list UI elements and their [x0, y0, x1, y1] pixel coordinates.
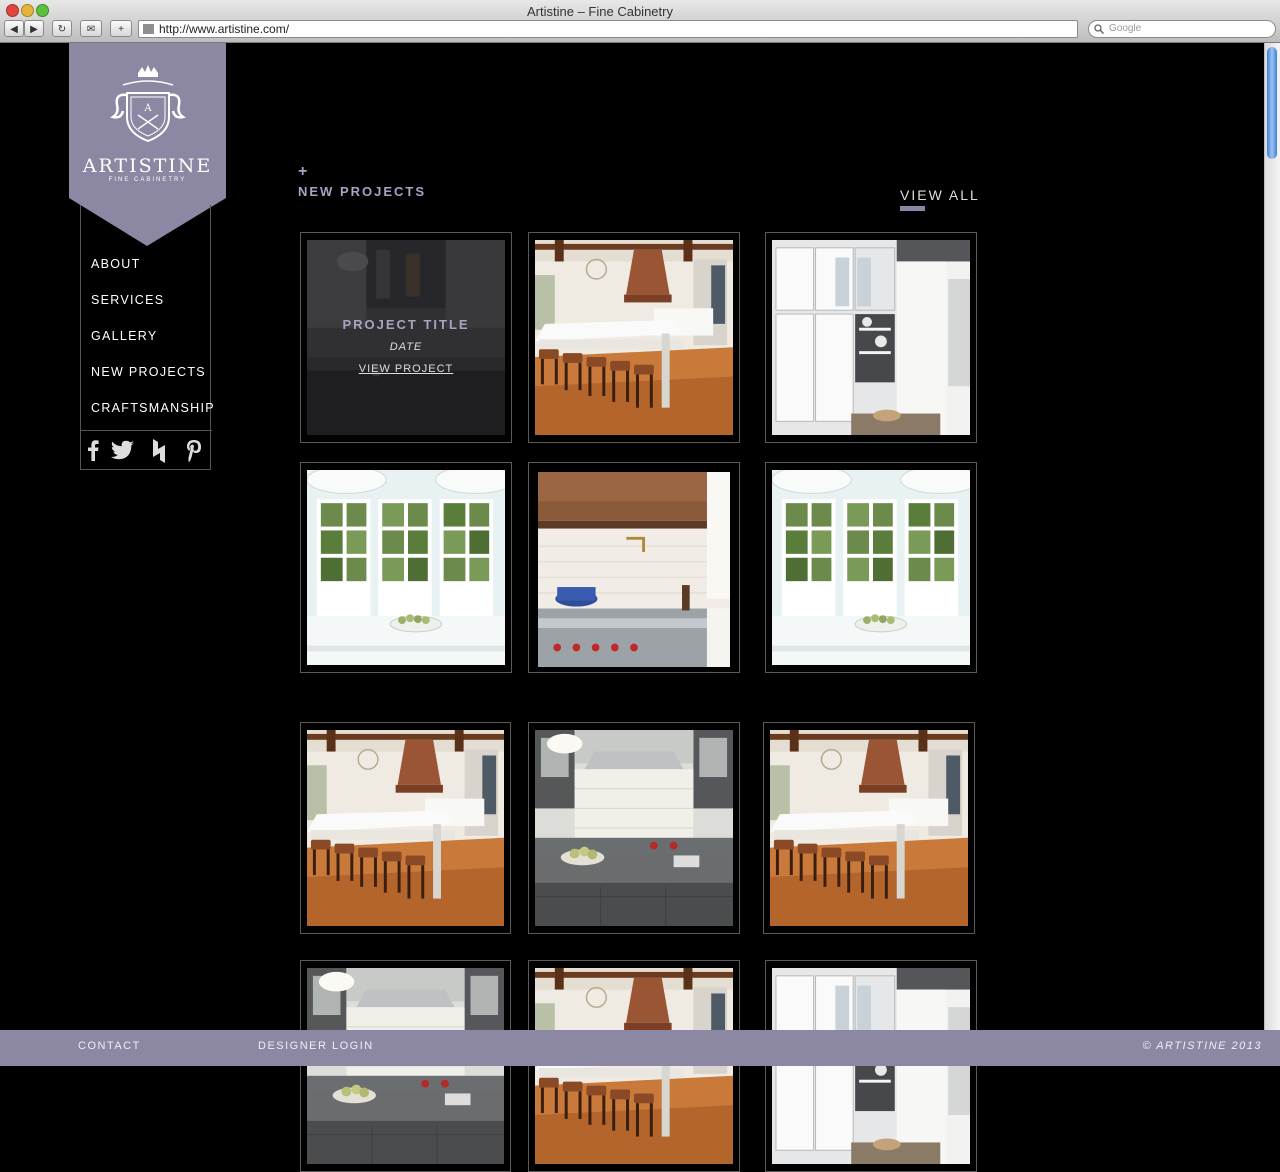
kitchen-photo — [772, 470, 970, 665]
kitchen-photo — [772, 968, 970, 1164]
kitchen-photo — [538, 472, 730, 667]
project-image: PROJECT TITLE DATE VIEW PROJECT — [307, 240, 505, 435]
project-image — [307, 968, 504, 1164]
project-tile[interactable] — [528, 462, 740, 673]
project-tile[interactable] — [765, 960, 977, 1172]
add-icon: + — [118, 24, 124, 35]
project-hover-overlay: PROJECT TITLE DATE VIEW PROJECT — [307, 240, 505, 435]
forward-icon: ▶ — [30, 24, 38, 35]
project-image — [538, 472, 730, 667]
reload-icon: ↻ — [57, 24, 67, 35]
scrollbar[interactable] — [1264, 43, 1280, 1030]
kitchen-photo — [307, 730, 504, 926]
kitchen-photo — [535, 968, 733, 1164]
kitchen-photo — [535, 730, 733, 926]
project-tile[interactable] — [528, 232, 740, 443]
project-tile[interactable] — [528, 960, 740, 1172]
project-tile[interactable] — [300, 722, 511, 934]
view-all-link[interactable]: VIEW ALL — [900, 187, 980, 203]
back-button[interactable]: ◀ — [4, 20, 24, 37]
footer: CONTACT DESIGNER LOGIN © ARTISTINE 2013 — [0, 1030, 1280, 1066]
project-tile[interactable] — [528, 722, 740, 934]
site-icon — [143, 24, 154, 34]
window-title: Artistine – Fine Cabinetry — [527, 4, 673, 19]
section-plus-icon: + — [298, 163, 308, 180]
kitchen-photo — [772, 240, 970, 435]
kitchen-photo — [535, 240, 733, 435]
search-placeholder: Google — [1109, 23, 1142, 34]
kitchen-photo — [307, 968, 504, 1164]
project-image — [772, 470, 970, 665]
search-input[interactable]: Google — [1088, 20, 1276, 38]
view-all-underline — [900, 206, 925, 211]
project-image — [535, 240, 733, 435]
footer-designer-login-link[interactable]: DESIGNER LOGIN — [258, 1040, 374, 1052]
twitter-icon[interactable] — [111, 439, 135, 466]
nav-item-craftsmanship[interactable]: CRAFTSMANSHIP — [91, 401, 215, 415]
project-tile[interactable] — [300, 462, 512, 673]
view-project-link[interactable]: VIEW PROJECT — [307, 363, 505, 375]
nav-item-services[interactable]: SERVICES — [91, 293, 164, 307]
kitchen-photo — [770, 730, 968, 926]
project-image — [535, 968, 733, 1164]
facebook-icon[interactable] — [87, 439, 99, 466]
bookmark-icon: ✉ — [86, 24, 96, 35]
brand-name: ARTISTINE — [82, 155, 213, 177]
project-tile[interactable] — [763, 722, 975, 934]
project-image — [772, 240, 970, 435]
search-icon — [1094, 24, 1104, 34]
browser-toolbar: Artistine – Fine Cabinetry ◀ ▶ ↻ ✉ + htt… — [0, 0, 1280, 43]
project-date: DATE — [389, 341, 423, 353]
project-tile[interactable] — [765, 462, 977, 673]
footer-contact-link[interactable]: CONTACT — [78, 1040, 141, 1052]
project-image — [535, 730, 733, 926]
project-title: PROJECT TITLE — [342, 317, 470, 332]
project-image — [307, 730, 504, 926]
nav-item-gallery[interactable]: GALLERY — [91, 329, 158, 343]
project-image — [770, 730, 968, 926]
project-tile[interactable]: PROJECT TITLE DATE VIEW PROJECT — [300, 232, 512, 443]
kitchen-photo — [307, 470, 505, 665]
project-tile[interactable] — [765, 232, 977, 443]
address-bar[interactable]: http://www.artistine.com/ — [138, 20, 1078, 38]
forward-button[interactable]: ▶ — [24, 20, 44, 37]
houzz-icon[interactable] — [151, 439, 167, 468]
reload-button[interactable]: ↻ — [52, 20, 72, 37]
nav-item-about[interactable]: ABOUT — [91, 257, 141, 271]
bookmark-button[interactable]: ✉ — [80, 20, 102, 37]
project-image — [307, 470, 505, 665]
add-bookmark-button[interactable]: + — [110, 20, 132, 37]
back-icon: ◀ — [10, 24, 18, 35]
nav-item-new-projects[interactable]: NEW PROJECTS — [91, 365, 206, 379]
sidebar-nav: ABOUT SERVICES GALLERY NEW PROJECTS CRAF… — [80, 205, 214, 471]
pinterest-icon[interactable] — [185, 439, 203, 468]
scrollbar-thumb[interactable] — [1267, 47, 1277, 159]
social-links — [81, 430, 212, 471]
url-text: http://www.artistine.com/ — [159, 22, 290, 36]
footer-copyright: © ARTISTINE 2013 — [1142, 1040, 1262, 1052]
crest-icon: A — [109, 65, 187, 143]
page-title: NEW PROJECTS — [298, 184, 427, 199]
project-image — [772, 968, 970, 1164]
brand-tagline: FINE CABINETRY — [108, 177, 187, 183]
svg-text:A: A — [143, 103, 152, 114]
project-tile[interactable] — [300, 960, 511, 1172]
